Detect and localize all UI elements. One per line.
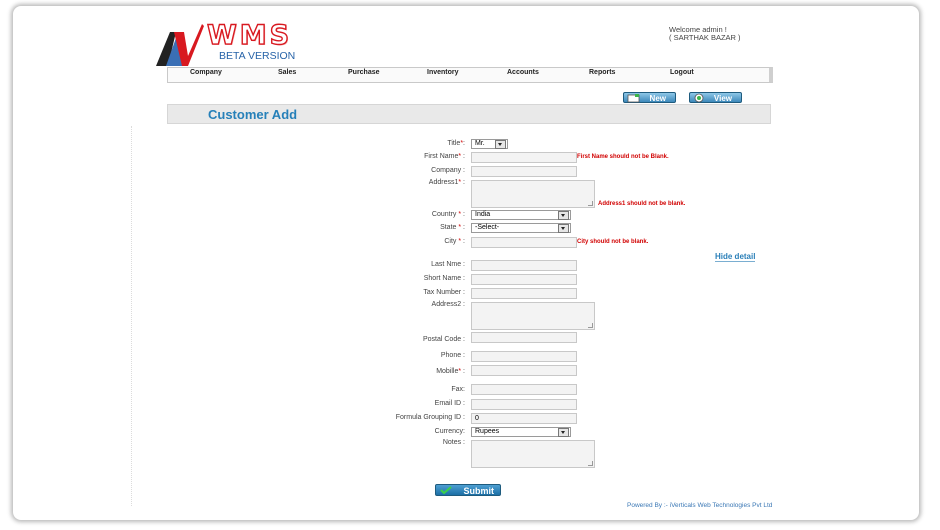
short-name-input[interactable] <box>471 274 577 285</box>
nav-company[interactable]: Company <box>190 69 222 76</box>
nav-logout[interactable]: Logout <box>670 69 694 76</box>
nav-sales[interactable]: Sales <box>278 69 296 76</box>
wms-logo[interactable]: WMS BETA VERSION <box>154 19 324 70</box>
city-input[interactable] <box>471 237 577 248</box>
state-select[interactable]: -Select- <box>471 223 571 233</box>
city-error: City should not be blank. <box>577 239 649 245</box>
main-nav: Company Sales Purchase Inventory Account… <box>167 67 773 83</box>
mobile-label: Mobille* : <box>436 368 465 375</box>
nav-inventory[interactable]: Inventory <box>427 69 459 76</box>
fax-input[interactable] <box>471 384 577 395</box>
first-name-error: First Name should not be Blank. <box>577 154 669 160</box>
page-title: Customer Add <box>208 107 298 122</box>
submit-button[interactable]: Submit <box>435 484 501 496</box>
city-label: City * : <box>444 238 465 245</box>
company-input[interactable] <box>471 166 577 177</box>
chevron-down-icon <box>558 428 569 437</box>
postal-code-label: Postal Code : <box>422 336 465 343</box>
tax-number-label: Tax Number : <box>423 289 465 296</box>
address1-error: Address1 should not be blank. <box>598 201 686 207</box>
view-eye-icon <box>694 93 704 103</box>
check-icon <box>440 486 452 495</box>
company-label: Company : <box>431 167 465 174</box>
notes-textarea[interactable] <box>471 440 595 468</box>
new-button-label: New <box>649 94 666 103</box>
new-button[interactable]: New <box>623 92 676 103</box>
email-label: Email ID : <box>434 400 465 407</box>
title-select[interactable]: Mr. <box>471 139 508 149</box>
welcome-store: ( SARTHAK BAZAR ) <box>669 33 741 42</box>
chevron-down-icon <box>558 211 569 220</box>
app-window: WMS BETA VERSION Welcome admin ! ( SARTH… <box>13 6 919 520</box>
nav-purchase[interactable]: Purchase <box>348 69 380 76</box>
page-header-bar: Customer Add <box>167 104 771 124</box>
formula-grouping-label: Formula Grouping ID : <box>395 414 465 421</box>
phone-label: Phone : <box>440 352 465 359</box>
hide-detail-link[interactable]: Hide detail <box>715 252 756 262</box>
view-button-label: View <box>713 94 732 103</box>
state-label: State * : <box>440 224 465 231</box>
view-button[interactable]: View <box>689 92 742 103</box>
first-name-input[interactable] <box>471 152 577 163</box>
logo-subtitle: BETA VERSION <box>219 50 296 62</box>
first-name-label: First Name* : <box>424 153 465 160</box>
country-label: Country * : <box>431 211 465 218</box>
chevron-down-icon <box>558 224 569 233</box>
submit-label: Submit <box>463 486 495 496</box>
left-guide <box>131 126 133 506</box>
address2-textarea[interactable] <box>471 302 595 330</box>
currency-label: Currency: <box>434 428 465 435</box>
footer-credit: Powered By :- iVerticals Web Technologie… <box>627 502 773 509</box>
mobile-input[interactable] <box>471 365 577 376</box>
new-doc-icon <box>627 94 640 103</box>
postal-code-input[interactable] <box>471 332 577 343</box>
phone-input[interactable] <box>471 351 577 362</box>
logo-text: WMS <box>206 19 293 51</box>
fax-label: Fax: <box>451 386 465 393</box>
notes-label: Notes : <box>442 439 465 446</box>
country-select[interactable]: India <box>471 210 571 220</box>
formula-grouping-input[interactable]: 0 <box>471 413 577 424</box>
welcome-text: Welcome admin ! ( SARTHAK BAZAR ) <box>669 26 741 42</box>
chevron-down-icon <box>495 140 506 149</box>
short-name-label: Short Name : <box>423 275 465 282</box>
nav-reports[interactable]: Reports <box>589 69 615 76</box>
address1-label: Address1* : <box>428 179 465 186</box>
nav-accounts[interactable]: Accounts <box>507 69 539 76</box>
address2-label: Address2 : <box>431 301 465 308</box>
last-name-label: Last Nme : <box>431 261 465 268</box>
email-input[interactable] <box>471 399 577 410</box>
title-label: Title*: <box>447 140 465 147</box>
tax-number-input[interactable] <box>471 288 577 299</box>
last-name-input[interactable] <box>471 260 577 271</box>
address1-textarea[interactable] <box>471 180 595 208</box>
logo-mark-icon <box>156 24 204 66</box>
currency-select[interactable]: Rupees <box>471 427 571 437</box>
